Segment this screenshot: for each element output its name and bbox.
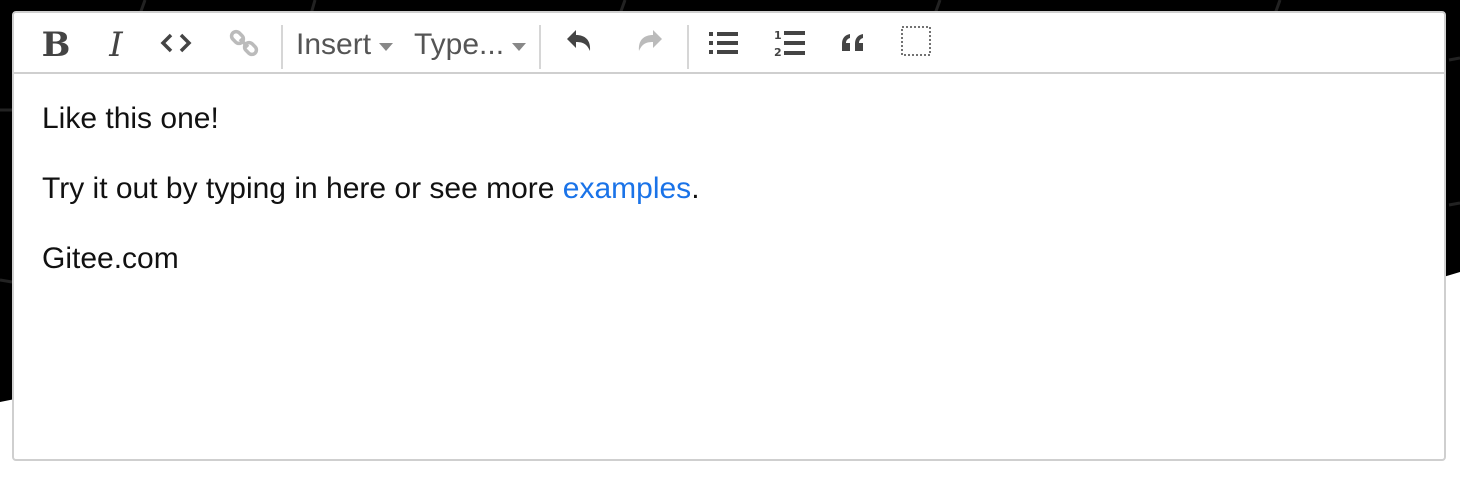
paragraph-text: Gitee.com: [42, 242, 179, 275]
svg-text:I: I: [108, 26, 123, 60]
svg-text:1: 1: [774, 29, 782, 42]
paragraph-text: Try it out by typing in here or see more: [42, 172, 563, 205]
editor-content[interactable]: Like this one! Try it out by typing in h…: [42, 101, 1424, 311]
insert-menu[interactable]: Insert: [296, 25, 394, 65]
toolbar-separator: [687, 25, 689, 69]
svg-text:2: 2: [774, 46, 782, 58]
ordered-list-button[interactable]: 1 2: [770, 23, 810, 63]
editor-toolbar: B I Insert Type... 1 2: [14, 13, 1444, 74]
insert-menu-label: Insert: [296, 28, 372, 61]
bullet-list-button[interactable]: [704, 23, 744, 63]
blockquote-button[interactable]: [834, 23, 874, 63]
link-icon: [229, 29, 259, 57]
undo-button[interactable]: [559, 23, 599, 63]
bold-button[interactable]: B: [36, 23, 76, 63]
chevron-down-icon: [379, 42, 394, 51]
select-parent-icon: [901, 26, 931, 56]
italic-icon: I: [108, 26, 123, 60]
toolbar-separator: [281, 25, 283, 69]
select-parent-button[interactable]: [898, 21, 934, 61]
content-paragraph: Try it out by typing in here or see more…: [42, 171, 1424, 206]
type-menu[interactable]: Type...: [414, 25, 527, 65]
paragraph-text: .: [691, 172, 700, 205]
paragraph-text: Like this one!: [42, 102, 219, 135]
link-button[interactable]: [224, 23, 264, 63]
code-button[interactable]: [156, 23, 196, 63]
svg-text:B: B: [42, 26, 71, 60]
examples-link[interactable]: examples: [563, 172, 691, 205]
type-menu-label: Type...: [414, 28, 505, 61]
rich-text-editor: B I Insert Type... 1 2 Like this one! Tr…: [12, 11, 1446, 461]
bold-icon: B: [42, 26, 71, 60]
chevron-down-icon: [512, 42, 527, 51]
blockquote-icon: [842, 34, 863, 51]
code-icon: [160, 33, 192, 53]
undo-icon: [567, 30, 591, 51]
ordered-list-icon: 1 2: [774, 29, 805, 58]
redo-button[interactable]: [630, 23, 670, 63]
toolbar-separator: [539, 25, 541, 69]
content-paragraph: Gitee.com: [42, 241, 1424, 276]
italic-button[interactable]: I: [96, 23, 136, 63]
content-paragraph: Like this one!: [42, 101, 1424, 136]
redo-icon: [638, 30, 662, 51]
bullet-list-icon: [709, 32, 738, 54]
